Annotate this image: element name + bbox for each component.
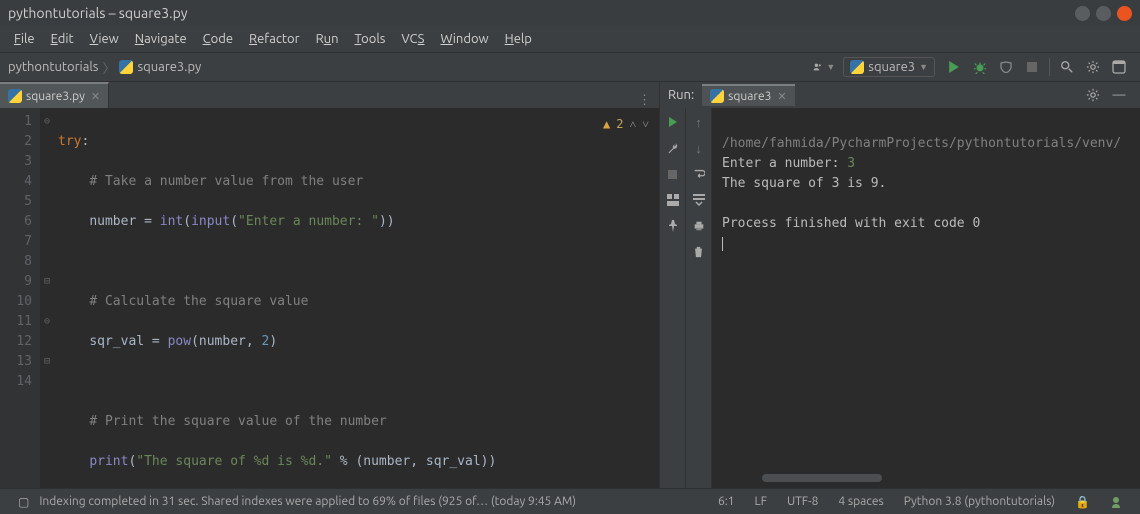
editor-pane: square3.py ✕ ⋮ 1234567 891011121314 ⊖ ⊟⊖…	[0, 82, 660, 488]
trash-icon[interactable]	[691, 244, 707, 260]
fold-column[interactable]: ⊖ ⊟⊖⊟	[40, 108, 54, 488]
warning-count: 2	[616, 114, 623, 134]
status-message: Indexing completed in 31 sec. Shared ind…	[39, 495, 576, 508]
stop-button[interactable]	[1021, 56, 1043, 78]
menu-window[interactable]: Window	[432, 29, 496, 49]
run-tab-close-icon[interactable]: ✕	[777, 90, 786, 103]
run-label: Run:	[668, 88, 694, 102]
python-icon	[710, 89, 724, 103]
run-toolbar-left	[660, 108, 686, 488]
line-gutter: 1234567 891011121314	[0, 108, 40, 488]
indent-setting[interactable]: 4 spaces	[838, 495, 883, 508]
breadcrumb-file[interactable]: square3.py	[137, 60, 201, 74]
comment: # Calculate the square value	[89, 294, 308, 309]
down-icon[interactable]: ↓	[691, 140, 707, 156]
menu-edit[interactable]: Edit	[43, 29, 82, 49]
kw-try: try	[58, 134, 81, 149]
tab-options-icon[interactable]: ⋮	[630, 93, 659, 108]
readonly-lock-icon[interactable]: 🔒	[1075, 495, 1090, 509]
menu-refactor[interactable]: Refactor	[241, 29, 308, 49]
breadcrumb-sep: 〉	[102, 58, 115, 77]
run-settings-icon[interactable]	[1082, 84, 1104, 106]
menu-help[interactable]: Help	[497, 29, 540, 49]
toolwindow-icon[interactable]: ▢	[18, 495, 29, 509]
console-input: 3	[847, 156, 855, 171]
separator	[1049, 58, 1050, 76]
pin-icon[interactable]	[665, 218, 681, 234]
menu-code[interactable]: Code	[195, 29, 241, 49]
menu-vcs[interactable]: VCS	[393, 29, 432, 49]
breadcrumb-project[interactable]: pythontutorials	[8, 60, 98, 74]
python-file-icon	[119, 60, 133, 74]
run-body: ↑ ↓ /home/fahmida/PycharmProjects/python…	[660, 108, 1140, 488]
window-close-button[interactable]	[1117, 6, 1132, 21]
run-panel: Run: square3 ✕ — ↑ ↓	[660, 82, 1140, 488]
layout-icon[interactable]	[665, 192, 681, 208]
menu-navigate[interactable]: Navigate	[127, 29, 195, 49]
code-editor[interactable]: 1234567 891011121314 ⊖ ⊟⊖⊟ try: # Take a…	[0, 108, 659, 488]
status-bar: ▢ Indexing completed in 31 sec. Shared i…	[0, 488, 1140, 514]
chevron-down-icon: ▼	[919, 62, 928, 72]
run-toolbar-right: ↑ ↓	[686, 108, 712, 488]
prev-highlight-icon[interactable]: ˄	[629, 114, 636, 134]
wrench-icon[interactable]	[665, 140, 681, 156]
run-button[interactable]	[943, 56, 965, 78]
comment: # Take a number value from the user	[89, 174, 363, 189]
add-user-icon[interactable]: ▼	[813, 56, 835, 78]
python-icon	[850, 60, 864, 74]
comment: # Print the square value of the number	[89, 414, 386, 429]
run-tab-label: square3	[728, 90, 771, 103]
settings-button[interactable]	[1082, 56, 1104, 78]
hector-icon[interactable]	[1110, 496, 1122, 508]
run-config-label: square3	[868, 60, 915, 74]
editor-tabs: square3.py ✕ ⋮	[0, 82, 659, 108]
next-highlight-icon[interactable]: ˅	[642, 114, 649, 134]
console-line: The square of 3 is 9.	[722, 176, 886, 191]
hide-panel-icon[interactable]: —	[1108, 84, 1130, 106]
warning-icon: ▲	[603, 114, 610, 134]
window-maximize-button[interactable]	[1096, 6, 1111, 21]
main-content: square3.py ✕ ⋮ 1234567 891011121314 ⊖ ⊟⊖…	[0, 82, 1140, 488]
caret-position[interactable]: 6:1	[718, 495, 735, 508]
ide-help-button[interactable]	[1108, 56, 1130, 78]
python-interpreter[interactable]: Python 3.8 (pythontutorials)	[904, 495, 1055, 508]
file-encoding[interactable]: UTF-8	[787, 495, 818, 508]
search-button[interactable]	[1056, 56, 1078, 78]
stop-button[interactable]	[665, 166, 681, 182]
menu-tools[interactable]: Tools	[347, 29, 394, 49]
console-line: Enter a number:	[722, 156, 847, 171]
window-title: pythontutorials – square3.py	[8, 5, 187, 21]
window-minimize-button[interactable]	[1075, 6, 1090, 21]
scroll-to-end-icon[interactable]	[691, 192, 707, 208]
line-separator[interactable]: LF	[755, 495, 767, 508]
console-line: Process finished with exit code 0	[722, 216, 980, 231]
navigation-bar: pythontutorials 〉 square3.py ▼ square3 ▼	[0, 52, 1140, 82]
exec-path: /home/fahmida/PycharmProjects/pythontuto…	[722, 136, 1121, 151]
breadcrumb[interactable]: pythontutorials 〉 square3.py	[8, 58, 201, 77]
rerun-button[interactable]	[665, 114, 681, 130]
editor-tab[interactable]: square3.py ✕	[0, 82, 109, 108]
up-icon[interactable]: ↑	[691, 114, 707, 130]
debug-button[interactable]	[969, 56, 991, 78]
chevron-down-icon: ▼	[826, 62, 835, 72]
run-tab[interactable]: square3 ✕	[702, 84, 794, 106]
menu-view[interactable]: View	[82, 29, 127, 49]
menu-run[interactable]: Run	[308, 29, 347, 49]
run-header: Run: square3 ✕ —	[660, 82, 1140, 108]
cursor	[722, 237, 723, 251]
softwrap-icon[interactable]	[691, 166, 707, 182]
run-console[interactable]: /home/fahmida/PycharmProjects/pythontuto…	[712, 108, 1140, 488]
horizontal-scrollbar[interactable]	[762, 474, 882, 482]
inspection-widget[interactable]: ▲ 2 ˄ ˅	[603, 114, 649, 134]
menu-file[interactable]: File	[6, 29, 43, 49]
python-file-icon	[8, 89, 22, 103]
print-icon[interactable]	[691, 218, 707, 234]
coverage-button[interactable]	[995, 56, 1017, 78]
tab-close-icon[interactable]: ✕	[91, 90, 100, 103]
code-area[interactable]: try: # Take a number value from the user…	[54, 108, 659, 488]
menubar: File Edit View Navigate Code Refactor Ru…	[0, 26, 1140, 52]
run-config-selector[interactable]: square3 ▼	[843, 57, 935, 77]
window-titlebar: pythontutorials – square3.py	[0, 0, 1140, 26]
editor-tab-label: square3.py	[26, 90, 85, 103]
